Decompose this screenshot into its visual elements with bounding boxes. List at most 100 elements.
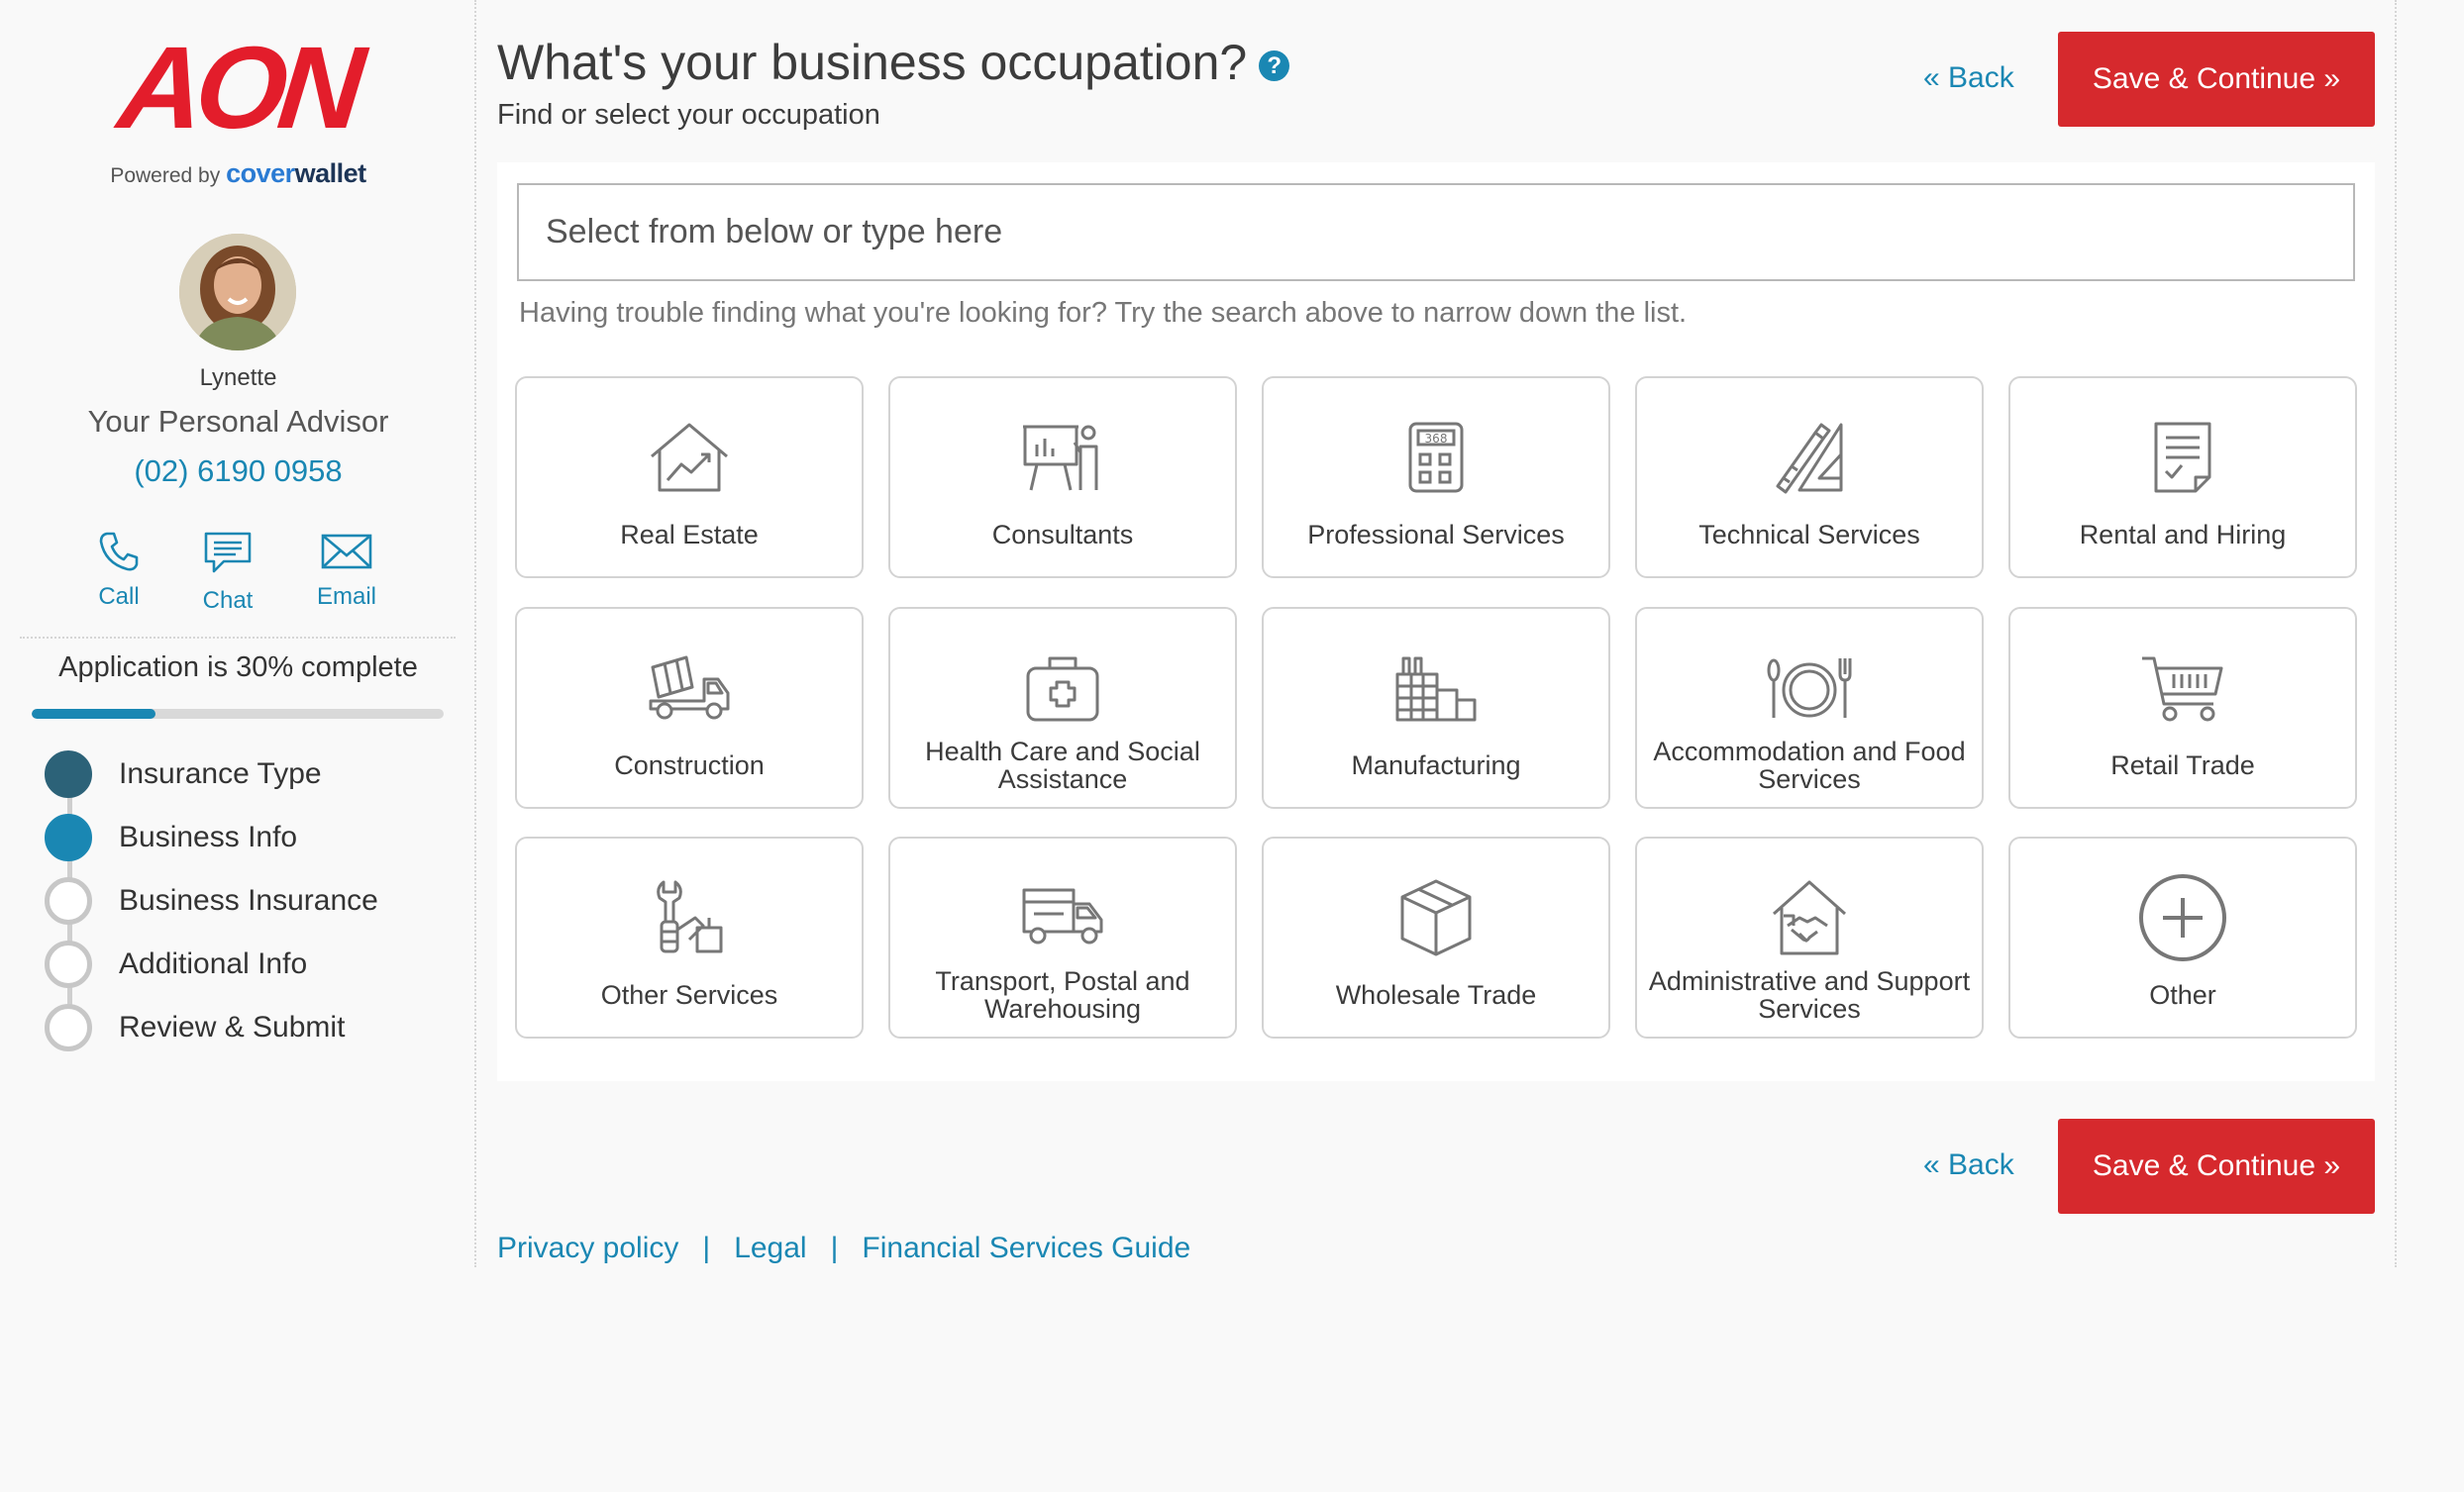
privacy-policy-link[interactable]: Privacy policy — [497, 1232, 678, 1264]
occupation-label: Professional Services — [1307, 520, 1565, 549]
search-hint: Having trouble finding what you're looki… — [519, 297, 1688, 329]
step-review-submit: Review & Submit — [45, 1004, 345, 1051]
envelope-icon — [321, 534, 372, 569]
call-button[interactable]: Call — [64, 530, 173, 611]
occupation-label: Transport, Postal and Warehousing — [935, 966, 1190, 1024]
occupation-tile-administrative-support[interactable]: Administrative and Support Services — [1635, 837, 1984, 1039]
page-subtitle: Find or select your occupation — [497, 99, 880, 131]
advisor-phone-link[interactable]: (02) 6190 0958 — [0, 453, 476, 489]
sidebar: AON Powered by coverwallet Lynette Your … — [0, 0, 476, 1267]
plate-cutlery-icon — [1767, 658, 1852, 718]
call-label: Call — [98, 583, 140, 610]
occupation-tile-construction[interactable]: Construction — [515, 607, 864, 809]
chat-bubble-icon — [204, 532, 252, 573]
shopping-cart-icon — [2142, 656, 2223, 722]
occupation-tile-wholesale-trade[interactable]: Wholesale Trade — [1262, 837, 1610, 1039]
step-label: Business Info — [119, 821, 298, 853]
page-title: What's your business occupation? ? — [497, 34, 1290, 91]
occupation-panel: Having trouble finding what you're looki… — [497, 162, 2375, 1081]
drafting-tools-icon — [1776, 423, 1843, 494]
step-business-insurance: Business Insurance — [45, 877, 378, 925]
progress-bar-fill — [32, 709, 155, 719]
house-chart-icon — [651, 423, 728, 492]
step-pending-indicator — [45, 1004, 92, 1051]
coverwallet-logo: coverwallet — [226, 158, 366, 188]
footer-separator: | — [830, 1232, 839, 1264]
step-active-indicator — [45, 814, 92, 861]
house-handshake-icon — [1773, 880, 1846, 955]
occupation-label: Other — [2149, 980, 2216, 1010]
step-additional-info: Additional Info — [45, 941, 307, 988]
tools-icon — [657, 880, 723, 953]
occupation-label: Rental and Hiring — [2079, 520, 2287, 549]
occupation-label: Wholesale Trade — [1335, 980, 1537, 1010]
first-aid-kit-icon — [1026, 656, 1099, 722]
help-icon[interactable]: ? — [1259, 50, 1290, 81]
occupation-label: Consultants — [991, 520, 1134, 549]
occupation-tile-professional-services[interactable]: 368 Professional Services — [1262, 376, 1610, 578]
occupation-label: Other Services — [600, 980, 778, 1010]
logo-wordmark: AON — [113, 23, 363, 153]
advisor-role: Your Personal Advisor — [87, 404, 389, 439]
occupation-label: Construction — [614, 750, 765, 780]
presenter-board-icon — [1023, 425, 1098, 491]
save-continue-button-bottom[interactable]: Save & Continue » — [2058, 1119, 2375, 1214]
package-box-icon — [1400, 879, 1472, 956]
occupation-tile-rental-hiring[interactable]: Rental and Hiring — [2008, 376, 2357, 578]
legal-link[interactable]: Legal — [734, 1232, 806, 1264]
advisor-avatar — [179, 234, 296, 350]
plus-circle-icon — [2139, 874, 2226, 961]
occupation-label: Accommodation and Food Services — [1653, 737, 1966, 794]
factory-icon — [1395, 656, 1477, 722]
delivery-truck-icon — [1022, 888, 1103, 945]
progress-bar — [32, 709, 444, 719]
financial-services-guide-link[interactable]: Financial Services Guide — [862, 1232, 1190, 1264]
occupation-label: Retail Trade — [2110, 750, 2255, 780]
email-button[interactable]: Email — [292, 530, 401, 611]
footer-separator: | — [702, 1232, 711, 1264]
occupation-label: Technical Services — [1698, 520, 1920, 549]
aon-logo[interactable]: AON — [0, 23, 476, 153]
step-label: Business Insurance — [119, 884, 378, 917]
back-link-bottom[interactable]: « Back — [1923, 1148, 2014, 1182]
step-label: Review & Submit — [119, 1011, 346, 1044]
save-continue-button-top[interactable]: Save & Continue » — [2058, 32, 2375, 127]
progress-label: Application is 30% complete — [58, 651, 418, 683]
chat-button[interactable]: Chat — [173, 530, 282, 615]
step-pending-indicator — [45, 941, 92, 988]
back-link-top[interactable]: « Back — [1923, 61, 2014, 95]
occupation-label: Manufacturing — [1351, 750, 1521, 780]
occupation-tile-technical-services[interactable]: Technical Services — [1635, 376, 1984, 578]
occupation-tile-other-services[interactable]: Other Services — [515, 837, 864, 1039]
phone-icon — [99, 532, 139, 571]
occupation-tile-health-care[interactable]: Health Care and Social Assistance — [888, 607, 1237, 809]
occupation-tile-accommodation-food[interactable]: Accommodation and Food Services — [1635, 607, 1984, 809]
occupation-tile-manufacturing[interactable]: Manufacturing — [1262, 607, 1610, 809]
occupation-label: Real Estate — [620, 520, 759, 549]
cement-truck-icon — [649, 655, 730, 720]
contract-document-icon — [2154, 422, 2211, 493]
chat-label: Chat — [202, 587, 254, 614]
occupation-tile-other[interactable]: Other — [2008, 837, 2357, 1039]
occupation-tile-real-estate[interactable]: Real Estate — [515, 376, 864, 578]
step-pending-indicator — [45, 877, 92, 925]
main-right-rule — [2395, 0, 2397, 1267]
page-title-text: What's your business occupation? — [497, 35, 1248, 90]
occupation-label: Administrative and Support Services — [1648, 966, 1971, 1024]
page-root: AON Powered by coverwallet Lynette Your … — [0, 0, 2464, 1492]
step-done-indicator — [45, 750, 92, 798]
step-label: Insurance Type — [119, 757, 322, 790]
occupation-label: Health Care and Social Assistance — [925, 737, 1200, 794]
occupation-tile-transport[interactable]: Transport, Postal and Warehousing — [888, 837, 1237, 1039]
sidebar-divider — [20, 637, 456, 639]
footer-links: Privacy policy | Legal | Financial Services … — [497, 1232, 1190, 1265]
occupation-tile-retail-trade[interactable]: Retail Trade — [2008, 607, 2357, 809]
occupation-search-input[interactable] — [517, 183, 2355, 281]
step-label: Additional Info — [119, 947, 308, 980]
step-insurance-type[interactable]: Insurance Type — [45, 750, 322, 798]
calculator-icon: 368 — [1408, 422, 1464, 493]
email-label: Email — [316, 583, 376, 610]
svg-text:368: 368 — [1425, 432, 1448, 446]
step-business-info[interactable]: Business Info — [45, 814, 297, 861]
occupation-tile-consultants[interactable]: Consultants — [888, 376, 1237, 578]
